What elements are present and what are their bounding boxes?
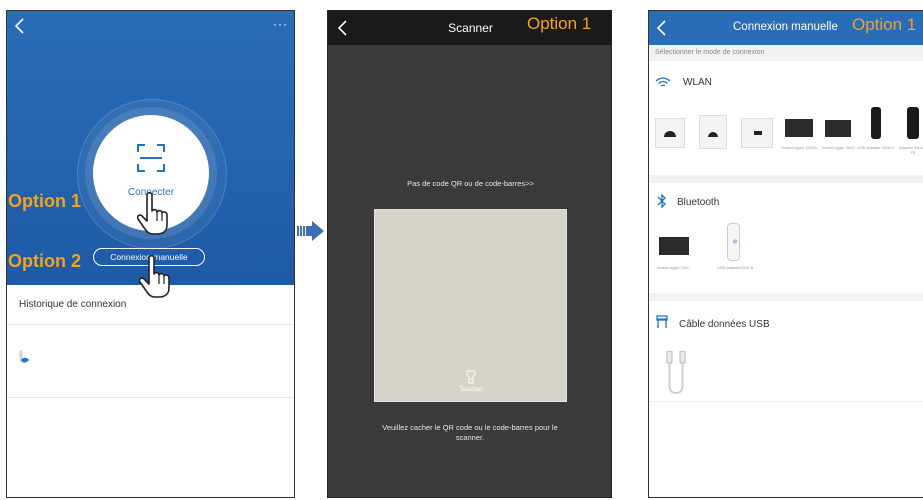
option1-label: Option 1 <box>8 191 81 211</box>
wlan-device-caption: SmartLogger 1000A <box>781 145 817 150</box>
history-item[interactable] <box>7 325 294 397</box>
inverter-app-home-screen: ··· Connecter Connexion manuelle Option … <box>6 10 295 498</box>
option2-label: Option 2 <box>8 251 81 271</box>
flashlight-label: Toucher <box>459 386 483 393</box>
wlan-section[interactable]: WLAN SmartLogger 1000A SmartLogger 3000 … <box>649 63 923 175</box>
scan-instructions: Veuillez cacher le QR code ou le code-ba… <box>382 423 558 442</box>
tap-hand-icon-manual <box>139 254 175 298</box>
back-icon[interactable] <box>13 17 25 35</box>
section-separator <box>649 175 923 183</box>
section-separator <box>649 293 923 301</box>
option1-label: Option 1 <box>527 14 592 33</box>
connect-hero-panel: ··· Connecter Connexion manuelle <box>7 11 294 285</box>
no-qr-code-link[interactable]: Pas de code QR ou de code-barres>> <box>328 179 611 188</box>
inverter-device-3[interactable] <box>741 118 773 148</box>
smartlogger-2000-device[interactable] <box>659 237 689 255</box>
usb-adapter-2000c-device[interactable] <box>871 107 881 139</box>
wlan-fe-adapter-device[interactable] <box>907 107 919 139</box>
wlan-device-caption: SmartLogger 3000 <box>821 145 855 150</box>
inverter-device-2[interactable] <box>699 115 727 149</box>
inverter-device-1[interactable] <box>655 118 685 148</box>
bluetooth-title: Bluetooth <box>677 197 720 208</box>
manual-connection-screen: Connexion manuelle Option 1 Sélectionner… <box>648 10 923 498</box>
wlan-device-caption: Adapter WLAN-FE <box>899 145 923 155</box>
tap-hand-icon-connect <box>137 191 173 235</box>
wifi-icon <box>655 77 671 89</box>
usb-cable-section[interactable]: Câble données USB <box>649 301 923 401</box>
wlan-title: WLAN <box>683 77 712 88</box>
usb-adapter-2000b-device[interactable]: ✱ <box>727 223 740 261</box>
usb-cable-icon <box>655 315 669 329</box>
bluetooth-section[interactable]: Bluetooth SmartLogger 2000 ✱ USB-Adapter… <box>649 183 923 293</box>
usb-cable-device[interactable] <box>665 351 687 397</box>
usb-cable-title: Câble données USB <box>679 319 770 330</box>
bt-device-caption: USB-Adapter2000-B <box>716 265 754 270</box>
connection-mode-subtitle: Sélectionner le mode de connexion <box>649 45 923 61</box>
flashlight-button[interactable]: Toucher <box>451 368 491 398</box>
flow-arrow-icon <box>297 220 325 242</box>
section-separator <box>649 401 923 402</box>
scanner-screen: Scanner Option 1 Pas de code QR ou de co… <box>327 10 612 498</box>
scan-frame: Toucher <box>374 209 567 402</box>
scan-icon <box>136 143 166 173</box>
smartlogger-1000a-device[interactable] <box>785 119 813 137</box>
wlan-device-caption: USB-Adapter 2000-C <box>857 145 895 150</box>
connection-history-title: Historique de connexion <box>19 299 127 310</box>
option1-label: Option 1 <box>852 15 917 34</box>
flashlight-icon <box>466 370 476 384</box>
back-icon[interactable] <box>655 19 667 37</box>
divider <box>7 397 294 398</box>
smartlogger-3000-device[interactable] <box>825 120 851 137</box>
bluetooth-icon <box>657 193 667 209</box>
inverter-device-icon <box>17 349 31 365</box>
bt-device-caption: SmartLogger 2000 <box>656 265 690 270</box>
more-menu-icon[interactable]: ··· <box>273 17 288 31</box>
manual-connection-title: Connexion manuelle <box>733 21 838 33</box>
